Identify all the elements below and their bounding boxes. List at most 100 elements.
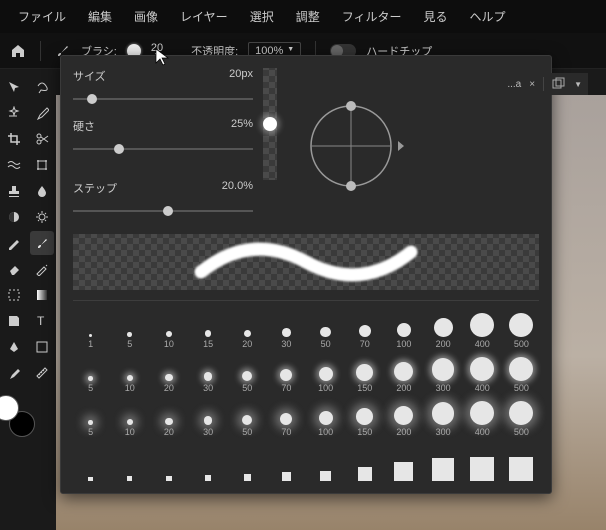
brush-preset[interactable]: 400	[465, 399, 500, 437]
brush-preset[interactable]: 200	[426, 311, 461, 349]
wave-tool[interactable]	[2, 153, 26, 177]
droplet-tool[interactable]	[30, 179, 54, 203]
brush-preset[interactable]: 4	[73, 443, 108, 481]
tool-column-right: T	[28, 69, 56, 530]
brush-preset[interactable]: 20	[151, 355, 186, 393]
brush-preset[interactable]: 400	[465, 355, 500, 393]
brush-preset[interactable]: 30	[269, 311, 304, 349]
brush-preset[interactable]: 50	[308, 443, 343, 481]
brush-preset[interactable]: 50	[230, 399, 265, 437]
brush-preset[interactable]: 8	[151, 443, 186, 481]
brush-preset[interactable]: 5	[73, 355, 108, 393]
brush-preset[interactable]: 100	[308, 355, 343, 393]
size-slider[interactable]	[73, 92, 253, 106]
menu-item[interactable]: 編集	[78, 4, 122, 29]
menu-item[interactable]: 見る	[413, 4, 457, 29]
contrast-tool[interactable]	[2, 205, 26, 229]
marquee-tool[interactable]	[2, 283, 26, 307]
brush-preset[interactable]: 100	[386, 311, 421, 349]
picker-tool[interactable]	[30, 101, 54, 125]
brush-preset[interactable]: 50	[230, 355, 265, 393]
brush-preset[interactable]: 5	[112, 311, 147, 349]
lasso-tool[interactable]	[30, 75, 54, 99]
menu-item[interactable]: レイヤー	[170, 4, 238, 29]
menu-item[interactable]: フィルター	[332, 4, 412, 29]
stamp-tool[interactable]	[2, 179, 26, 203]
brush-preset[interactable]: 150	[347, 399, 382, 437]
preset-label: 200	[396, 383, 411, 393]
brush-preset[interactable]: 300	[426, 399, 461, 437]
brush-preset[interactable]: 200	[386, 443, 421, 481]
floppy-tool[interactable]	[2, 309, 26, 333]
brush-preset[interactable]: 100	[308, 399, 343, 437]
menu-item[interactable]: 調整	[286, 4, 330, 29]
step-slider[interactable]	[73, 204, 253, 218]
brush-preset[interactable]: 150	[347, 355, 382, 393]
home-icon[interactable]	[10, 43, 26, 59]
menu-item[interactable]: 画像	[124, 4, 168, 29]
wand-tool[interactable]	[2, 101, 26, 125]
brush-preset[interactable]: 10	[151, 311, 186, 349]
brush-preset[interactable]: 30	[191, 399, 226, 437]
brush-preset[interactable]: 5	[73, 399, 108, 437]
type-tool[interactable]: T	[30, 309, 54, 333]
ruler-tool[interactable]	[30, 361, 54, 385]
duplicate-icon[interactable]	[552, 77, 566, 91]
crop-tool[interactable]	[2, 127, 26, 151]
chevron-down-icon[interactable]: ▼	[574, 80, 582, 89]
brush-preset[interactable]: 300	[426, 443, 461, 481]
document-tab-right[interactable]: ...a × ▼	[501, 73, 588, 95]
preset-label: 100	[318, 427, 333, 437]
brush-preset[interactable]: 15	[191, 311, 226, 349]
brush-preset[interactable]: 500	[504, 443, 539, 481]
replace-tool[interactable]	[30, 257, 54, 281]
brush-preset[interactable]: 20	[230, 311, 265, 349]
pencil-tool[interactable]	[2, 231, 26, 255]
sun-tool[interactable]	[30, 205, 54, 229]
menu-item[interactable]: ファイル	[8, 4, 76, 29]
brush-preset[interactable]: 30	[191, 355, 226, 393]
preset-label: 5	[88, 427, 93, 437]
brush-preset[interactable]: 400	[465, 311, 500, 349]
move-tool[interactable]	[2, 75, 26, 99]
preset-label: 10	[125, 427, 135, 437]
brush-preset[interactable]: 500	[504, 311, 539, 349]
brush-preset[interactable]: 10	[112, 355, 147, 393]
brush-preset[interactable]: 50	[308, 311, 343, 349]
brush-preset[interactable]: 70	[347, 311, 382, 349]
brush-preset[interactable]: 30	[269, 443, 304, 481]
brush-preset[interactable]: 200	[386, 399, 421, 437]
brush-preset[interactable]: 10	[191, 443, 226, 481]
preset-label: 100	[396, 339, 411, 349]
brush-preset[interactable]: 500	[504, 355, 539, 393]
pen-tool[interactable]	[2, 335, 26, 359]
brush-preset[interactable]: 20	[151, 399, 186, 437]
brush-tool[interactable]	[30, 231, 54, 255]
color-swatch[interactable]	[0, 395, 35, 437]
gradient-tool[interactable]	[30, 283, 54, 307]
brush-preset[interactable]: 6	[112, 443, 147, 481]
brush-preset[interactable]: 70	[269, 399, 304, 437]
preset-label: 20	[164, 427, 174, 437]
menu-item[interactable]: ヘルプ	[460, 4, 516, 29]
brush-preset[interactable]: 10	[112, 399, 147, 437]
eraser-tool[interactable]	[2, 257, 26, 281]
brush-preset[interactable]: 70	[269, 355, 304, 393]
shape-tool[interactable]	[30, 335, 54, 359]
brush-preset[interactable]: 400	[465, 443, 500, 481]
brush-preset[interactable]: 500	[504, 399, 539, 437]
brush-preset[interactable]: 1	[73, 311, 108, 349]
preset-label: 70	[360, 339, 370, 349]
brush-preset[interactable]: 20	[230, 443, 265, 481]
brush-preset[interactable]: 100	[347, 443, 382, 481]
brush-preset[interactable]: 200	[386, 355, 421, 393]
dropper-tool[interactable]	[2, 361, 26, 385]
tip-preview	[263, 68, 277, 180]
brush-preset[interactable]: 300	[426, 355, 461, 393]
angle-control[interactable]	[287, 68, 415, 224]
close-icon[interactable]: ×	[529, 79, 535, 90]
menu-item[interactable]: 選択	[240, 4, 284, 29]
scissors-tool[interactable]	[30, 127, 54, 151]
transform-tool[interactable]	[30, 153, 54, 177]
hardness-slider[interactable]	[73, 142, 253, 156]
